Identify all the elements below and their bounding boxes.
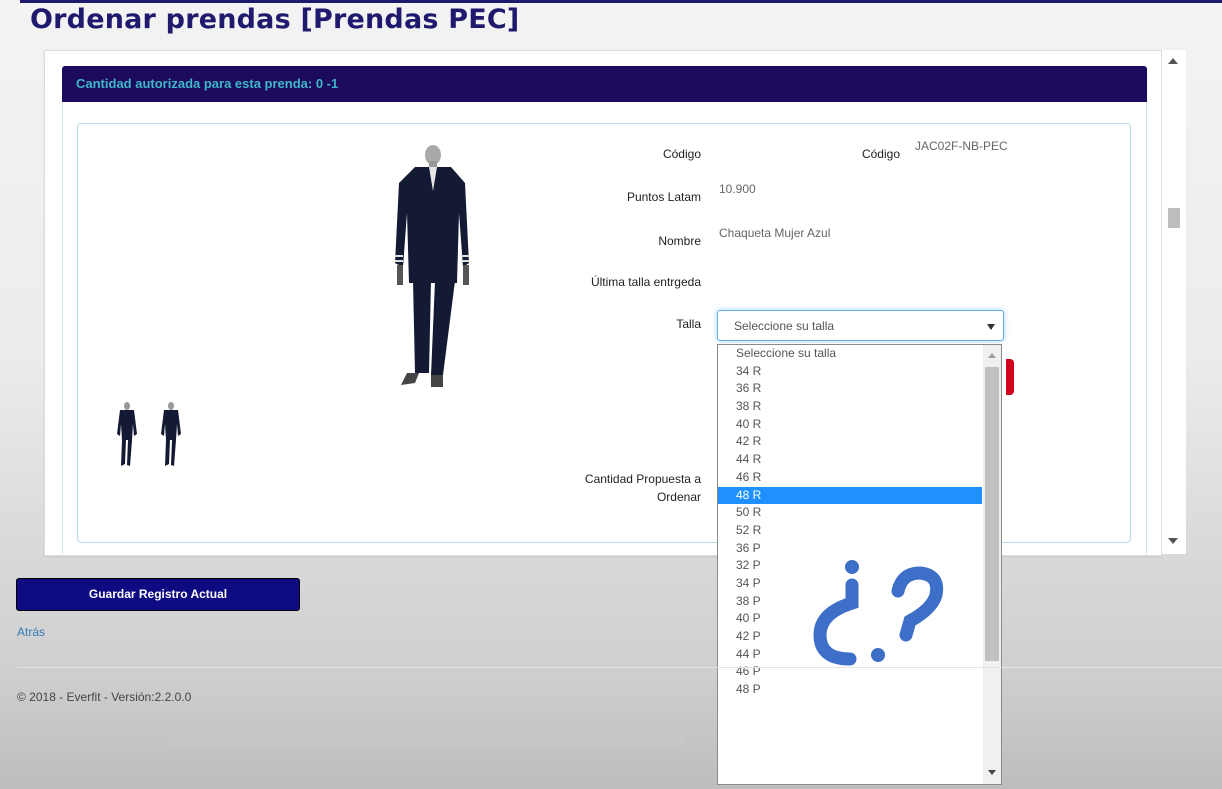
talla-option[interactable]: 52 R — [718, 522, 982, 540]
dropdown-scrollbar[interactable] — [983, 345, 1001, 784]
question-mark-icon — [813, 560, 944, 666]
talla-option[interactable]: 36 R — [718, 380, 982, 398]
ultima-talla-label: Última talla entrgeda — [590, 275, 701, 289]
cantidad-label-line1: Cantidad Propuesta a — [584, 472, 701, 486]
scroll-down-icon[interactable] — [988, 770, 996, 775]
codigo-label: Código — [662, 147, 701, 161]
talla-option[interactable]: 44 R — [718, 451, 982, 469]
codigo-value: JAC02F-NB-PEC — [915, 139, 1008, 153]
cantidad-label-line2: Ordenar — [656, 490, 701, 504]
talla-select[interactable]: Seleccione su talla — [717, 310, 1004, 341]
talla-option[interactable]: 40 R — [718, 416, 982, 434]
scroll-down-icon[interactable] — [1168, 538, 1178, 544]
nombre-label: Nombre — [658, 234, 701, 248]
scroll-thumb[interactable] — [1168, 208, 1180, 228]
talla-option[interactable]: 48 R — [718, 486, 982, 505]
puntos-value: 10.900 — [719, 182, 756, 196]
back-link[interactable]: Atrás — [17, 625, 45, 639]
scroll-up-icon[interactable] — [1168, 58, 1178, 64]
talla-option[interactable]: 42 R — [718, 433, 982, 451]
codigo-label-2: Código — [861, 147, 900, 161]
save-button[interactable]: Guardar Registro Actual — [16, 578, 300, 611]
chevron-down-icon — [987, 324, 995, 330]
puntos-label: Puntos Latam — [626, 190, 701, 204]
panel-scrollbar[interactable] — [1162, 50, 1186, 554]
page-title: Ordenar prendas [Prendas PEC] — [30, 4, 520, 35]
talla-option[interactable]: 34 R — [718, 363, 982, 381]
product-thumbnail-2[interactable] — [160, 402, 182, 468]
top-border — [20, 0, 1222, 3]
scroll-up-icon[interactable] — [988, 353, 996, 358]
product-image-main — [395, 145, 469, 387]
talla-option[interactable]: 50 R — [718, 504, 982, 522]
talla-option[interactable]: 38 R — [718, 398, 982, 416]
footer-copyright: © 2018 - Everfit - Versión:2.2.0.0 — [17, 690, 192, 704]
panel-heading: Cantidad autorizada para esta prenda: 0 … — [62, 66, 1147, 102]
talla-selected-value: Seleccione su talla — [734, 319, 835, 333]
talla-option[interactable]: 46 R — [718, 469, 982, 487]
nombre-value: Chaqueta Mujer Azul — [719, 226, 831, 240]
dropdown-scroll-thumb[interactable] — [985, 367, 999, 661]
red-action-button[interactable] — [1006, 359, 1014, 395]
footer-divider — [17, 667, 1222, 668]
product-thumbnail-1[interactable] — [116, 402, 138, 468]
talla-option[interactable]: 48 P — [718, 681, 982, 699]
talla-label: Talla — [676, 317, 701, 331]
authorized-quantity-text: Cantidad autorizada para esta prenda: 0 … — [76, 76, 339, 91]
background-band — [170, 722, 683, 746]
talla-option[interactable]: Seleccione su talla — [718, 345, 982, 363]
